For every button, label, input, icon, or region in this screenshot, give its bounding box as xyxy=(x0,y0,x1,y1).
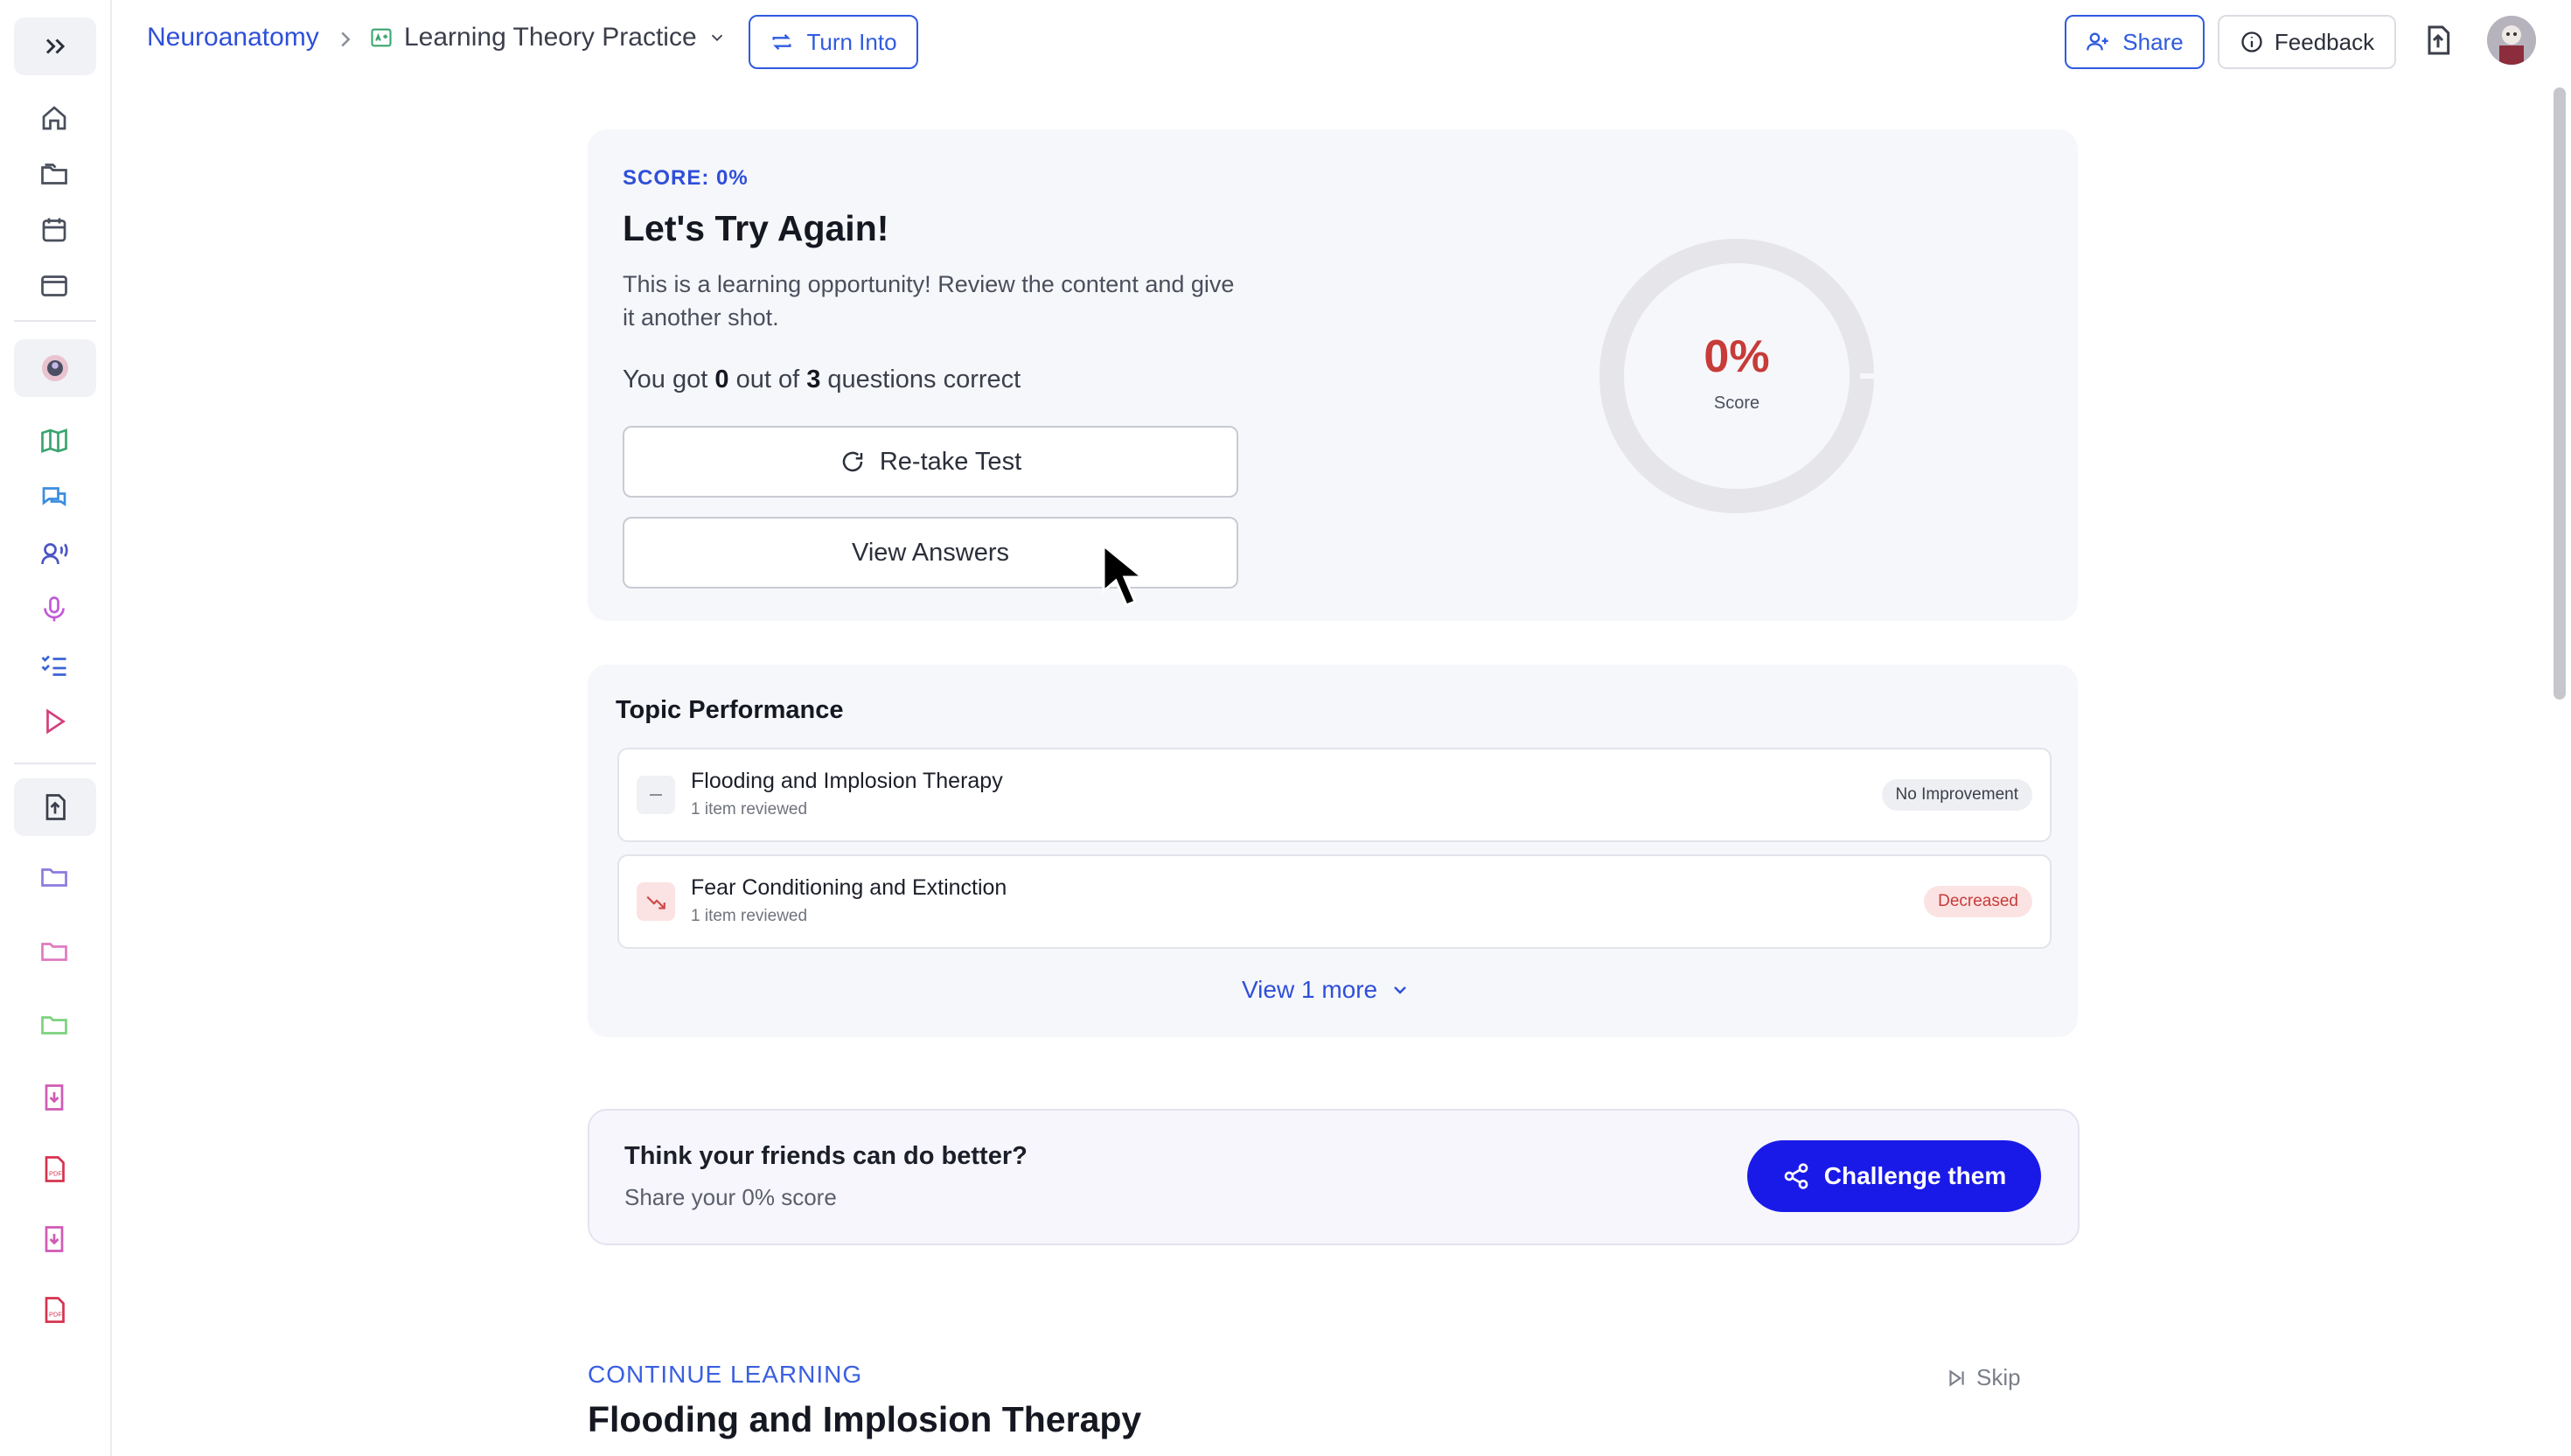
view-more-button[interactable]: View 1 more xyxy=(1242,976,1411,1004)
info-icon xyxy=(2241,31,2262,52)
workspace-avatar[interactable] xyxy=(14,339,96,397)
topic-performance-title: Topic Performance xyxy=(616,696,844,724)
download-doc-icon[interactable] xyxy=(37,1080,72,1115)
folder-pink-icon[interactable] xyxy=(37,933,72,968)
continue-topic-title: Flooding and Implosion Therapy xyxy=(588,1399,1142,1439)
summary-suffix: questions correct xyxy=(820,366,1021,394)
topic-row[interactable]: Flooding and Implosion Therapy 1 item re… xyxy=(617,748,2052,842)
topic-row[interactable]: Fear Conditioning and Extinction 1 item … xyxy=(617,854,2052,949)
challenge-button-label: Challenge them xyxy=(1823,1162,2007,1189)
view-more-label: View 1 more xyxy=(1242,976,1378,1003)
score-label: SCORE: 0% xyxy=(623,166,749,190)
export-file-icon[interactable] xyxy=(2421,23,2456,58)
repeat-icon xyxy=(772,34,791,50)
upload-file-icon xyxy=(45,794,66,820)
refresh-icon xyxy=(842,451,863,472)
folders-icon[interactable] xyxy=(37,157,72,192)
continue-learning-label: CONTINUE LEARNING xyxy=(588,1361,863,1388)
skip-button[interactable]: Skip xyxy=(1945,1364,2021,1391)
turn-into-button[interactable]: Turn Into xyxy=(749,15,918,69)
chevron-down-icon xyxy=(1394,986,1406,994)
trend-down-icon xyxy=(637,882,675,921)
retake-test-button[interactable]: Re-take Test xyxy=(623,426,1238,498)
gauge-label: Score xyxy=(1713,394,1760,413)
download-doc-icon[interactable] xyxy=(37,1222,72,1257)
svg-text:PDF: PDF xyxy=(49,1170,62,1178)
feedback-label: Feedback xyxy=(2274,28,2375,55)
topic-title: Fear Conditioning and Extinction xyxy=(691,875,1007,900)
view-answers-label: View Answers xyxy=(852,538,1009,567)
avatar-logo xyxy=(42,355,68,381)
turn-into-label: Turn Into xyxy=(806,28,897,55)
breadcrumb-file[interactable]: Learning Theory Practice xyxy=(369,23,727,52)
expand-icon xyxy=(45,38,66,54)
status-badge: Decreased xyxy=(1924,886,2032,917)
skip-icon xyxy=(1949,1369,1964,1387)
status-badge: No Improvement xyxy=(1881,779,2032,811)
challenge-subtitle: Share your 0% score xyxy=(624,1184,837,1210)
chat-icon[interactable] xyxy=(37,480,72,515)
total-count: 3 xyxy=(806,366,821,394)
map-icon[interactable] xyxy=(37,423,72,458)
add-user-icon xyxy=(2087,32,2108,51)
sidebar: PDF PDF xyxy=(0,0,112,1456)
calendar-icon[interactable] xyxy=(37,212,72,247)
top-bar: Neuroanatomy Learning Theory Practice Tu… xyxy=(112,0,2571,82)
summary-mid: out of xyxy=(728,366,807,394)
score-gauge: 0% Score xyxy=(1597,236,1885,516)
result-summary: You got 0 out of 3 questions correct xyxy=(623,366,1021,394)
chevron-right-icon xyxy=(341,31,351,47)
gauge-value: 0% xyxy=(1704,331,1770,382)
topic-title: Flooding and Implosion Therapy xyxy=(691,769,1003,793)
expand-sidebar-button[interactable] xyxy=(14,17,96,75)
share-label: Share xyxy=(2122,28,2184,55)
breadcrumb-file-label: Learning Theory Practice xyxy=(404,23,697,52)
voice-icon[interactable] xyxy=(37,536,72,571)
feedback-button[interactable]: Feedback xyxy=(2218,15,2396,69)
share-button[interactable]: Share xyxy=(2065,15,2205,69)
checklist-icon[interactable] xyxy=(37,648,72,683)
challenge-title: Think your friends can do better? xyxy=(624,1142,1028,1170)
browser-icon[interactable] xyxy=(37,268,72,303)
home-icon[interactable] xyxy=(37,101,72,136)
folder-purple-icon[interactable] xyxy=(37,859,72,894)
play-icon[interactable] xyxy=(37,704,72,739)
breadcrumb-root[interactable]: Neuroanatomy xyxy=(147,23,319,52)
avatar-image xyxy=(2487,16,2536,65)
result-message: This is a learning opportunity! Review t… xyxy=(623,271,1235,331)
correct-count: 0 xyxy=(714,366,729,394)
chevron-down-icon xyxy=(711,34,722,42)
user-avatar[interactable] xyxy=(2487,16,2536,65)
topic-subtitle: 1 item reviewed xyxy=(691,907,808,925)
challenge-button[interactable]: Challenge them xyxy=(1747,1140,2041,1212)
upload-file-button[interactable] xyxy=(14,778,96,836)
pdf-icon[interactable]: PDF xyxy=(37,1152,72,1187)
dash-icon xyxy=(637,776,675,814)
svg-text:PDF: PDF xyxy=(49,1311,62,1319)
mouse-cursor-icon xyxy=(1102,542,1146,607)
retake-label: Re-take Test xyxy=(879,447,1022,476)
share-icon xyxy=(1784,1163,1808,1189)
pdf-icon[interactable]: PDF xyxy=(37,1292,72,1327)
summary-prefix: You got xyxy=(623,366,715,394)
skip-label: Skip xyxy=(1976,1364,2021,1390)
topic-subtitle: 1 item reviewed xyxy=(691,800,808,819)
folder-green-icon[interactable] xyxy=(37,1007,72,1041)
result-heading: Let's Try Again! xyxy=(623,208,889,248)
quiz-file-icon xyxy=(371,28,392,47)
mic-icon[interactable] xyxy=(37,592,72,627)
scrollbar-thumb[interactable] xyxy=(2554,87,2566,700)
